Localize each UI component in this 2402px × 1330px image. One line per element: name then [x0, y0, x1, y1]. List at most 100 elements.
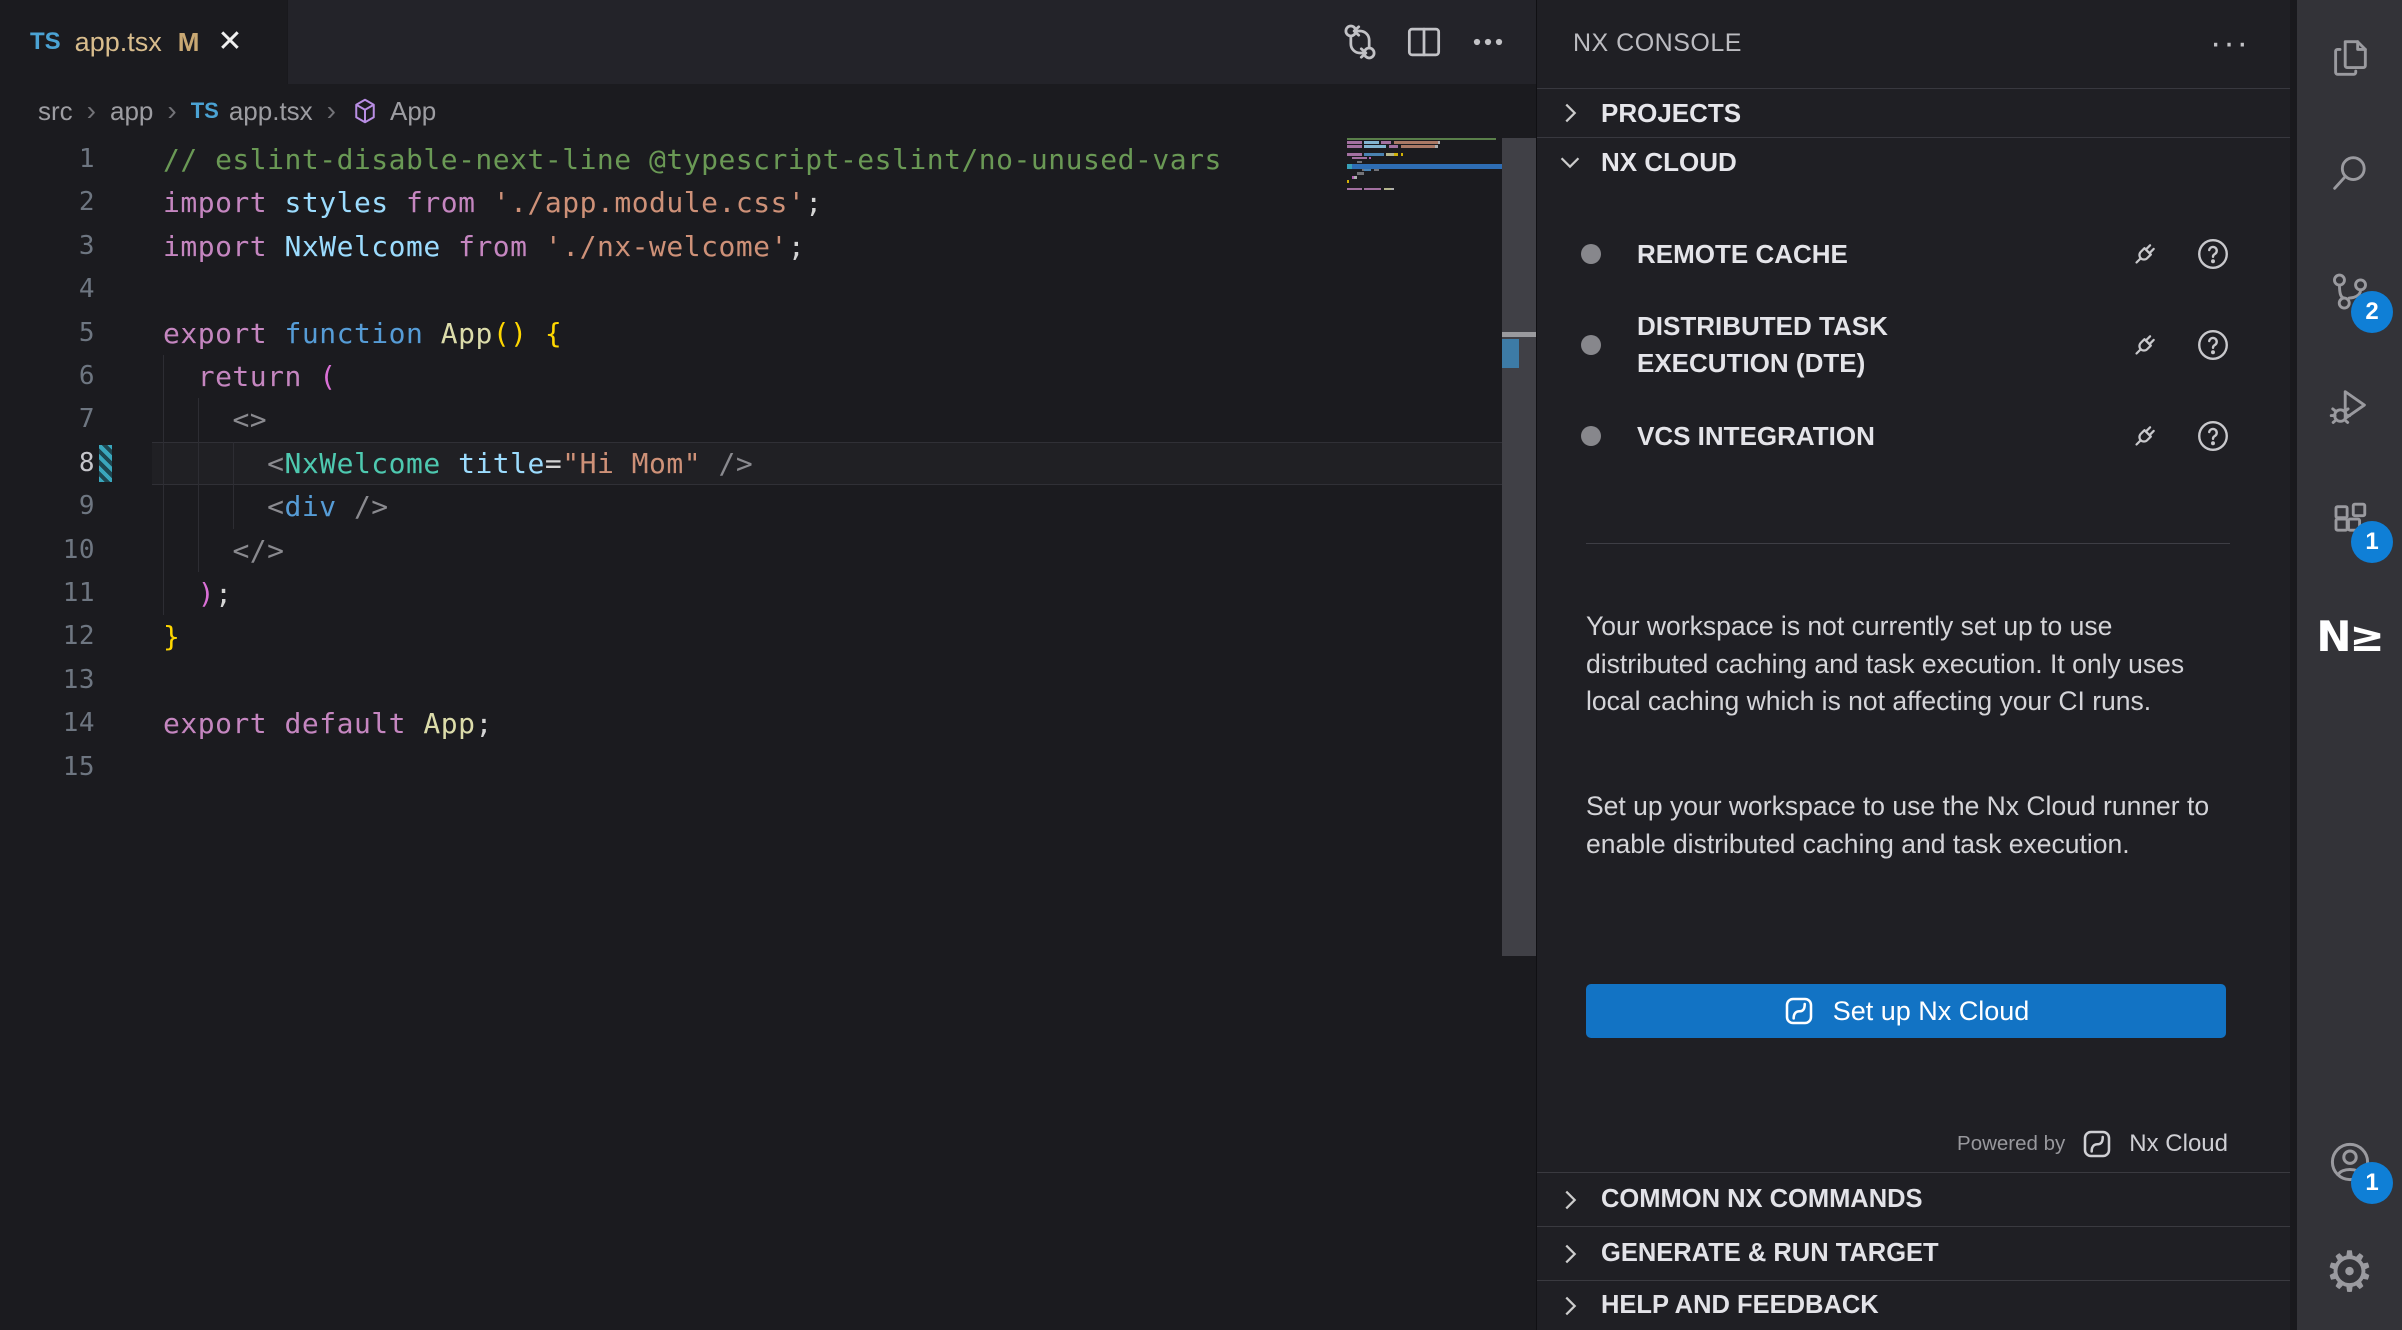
chevron-right-icon — [1555, 1185, 1585, 1215]
activity-search[interactable] — [2297, 137, 2402, 209]
vscode-window: TS app.tsx M ✕ src›app›TSapp.tsx›App 1//… — [0, 0, 2402, 1330]
git-modified-gutter-marker — [99, 445, 112, 482]
line-number: 7 — [0, 398, 95, 441]
code-line[interactable]: 1// eslint-disable-next-line @typescript… — [0, 138, 1536, 181]
breadcrumb-item-app[interactable]: App — [350, 96, 436, 127]
plug-icon[interactable] — [2126, 417, 2164, 455]
activity-source-control[interactable]: 2 — [2297, 255, 2402, 327]
section-projects[interactable]: PROJECTS — [1537, 88, 2290, 137]
cloud-item-actions — [2126, 326, 2232, 364]
breadcrumb-item-app-tsx[interactable]: TSapp.tsx — [191, 96, 313, 127]
plug-icon[interactable] — [2126, 235, 2164, 273]
help-icon[interactable] — [2194, 326, 2232, 364]
modified-badge: M — [178, 27, 200, 58]
breadcrumb-separator-icon: › — [87, 95, 96, 127]
setup-instruction-text: Set up your workspace to use the Nx Clou… — [1586, 788, 2238, 863]
editor-scrollbar[interactable] — [1502, 138, 1536, 956]
gear-icon: ⚙ — [2324, 1245, 2374, 1301]
more-actions-icon[interactable] — [1466, 20, 1510, 64]
cloud-item-vcs: VCS INTEGRATION — [1581, 408, 2232, 464]
code-text: </> — [163, 529, 285, 572]
code-line[interactable]: 9 <div /> — [0, 485, 1536, 528]
activity-accounts[interactable]: 1 — [2297, 1126, 2402, 1198]
panel-header: NX CONSOLE ··· — [1537, 0, 2290, 87]
section-label: HELP AND FEEDBACK — [1601, 1291, 1879, 1320]
breadcrumb-item-src[interactable]: src — [38, 96, 73, 127]
activity-extensions[interactable]: 1 — [2297, 485, 2402, 557]
section-label: PROJECTS — [1601, 98, 1741, 129]
code-line[interactable]: 14export default App; — [0, 702, 1536, 745]
chevron-down-icon — [1555, 147, 1585, 177]
close-icon[interactable]: ✕ — [217, 27, 242, 57]
line-number: 6 — [0, 355, 95, 398]
code-line[interactable]: 4 — [0, 268, 1536, 311]
code-text: import styles from './app.module.css'; — [163, 181, 823, 224]
section-help-and-feedback[interactable]: HELP AND FEEDBACK — [1537, 1280, 2290, 1330]
chevron-right-icon — [1555, 1239, 1585, 1269]
code-line[interactable]: 12} — [0, 615, 1536, 658]
cloud-item-label: DISTRIBUTED TASK EXECUTION (DTE) — [1637, 308, 1967, 382]
typescript-file-icon: TS — [30, 28, 61, 56]
panel-edge — [2290, 0, 2297, 1330]
open-changes-icon[interactable] — [1338, 20, 1382, 64]
code-line[interactable]: 3import NxWelcome from './nx-welcome'; — [0, 225, 1536, 268]
line-number: 5 — [0, 312, 95, 355]
code-line[interactable]: 13 — [0, 659, 1536, 702]
section-common-nx-commands[interactable]: COMMON NX COMMANDS — [1537, 1172, 2290, 1226]
line-number: 1 — [0, 138, 95, 181]
divider — [1586, 543, 2230, 544]
line-number: 15 — [0, 746, 95, 789]
breadcrumb-label: src — [38, 96, 73, 127]
setup-nx-cloud-button[interactable]: Set up Nx Cloud — [1586, 984, 2226, 1038]
section-generate-run-target[interactable]: GENERATE & RUN TARGET — [1537, 1226, 2290, 1280]
code-line[interactable]: 11 ); — [0, 572, 1536, 615]
cloud-item-actions — [2126, 417, 2232, 455]
breadcrumb-item-app[interactable]: app — [110, 96, 153, 127]
code-line[interactable]: 6 return ( — [0, 355, 1536, 398]
tab-app-tsx[interactable]: TS app.tsx M ✕ — [0, 0, 288, 84]
help-icon[interactable] — [2194, 417, 2232, 455]
code-line[interactable]: 7 <> — [0, 398, 1536, 441]
activity-settings[interactable]: ⚙ — [2297, 1237, 2402, 1309]
split-editor-icon[interactable] — [1402, 20, 1446, 64]
activity-explorer[interactable] — [2297, 22, 2402, 94]
code-text: ); — [163, 572, 232, 615]
breadcrumb-label: App — [390, 96, 436, 127]
minimap-current-line — [1347, 164, 1502, 169]
line-number: 11 — [0, 572, 95, 615]
plug-icon[interactable] — [2126, 326, 2164, 364]
code-text: export function App() { — [163, 312, 562, 355]
badge: 2 — [2351, 291, 2393, 333]
minimap-line — [1347, 191, 1502, 195]
help-icon[interactable] — [2194, 235, 2232, 273]
line-number: 13 — [0, 659, 95, 702]
activity-run-and-debug[interactable] — [2297, 370, 2402, 442]
line-number: 4 — [0, 268, 95, 311]
powered-by-row: Powered by Nx Cloud — [1957, 1118, 2228, 1170]
code-line[interactable]: 10 </> — [0, 529, 1536, 572]
symbol-cube-icon — [350, 96, 380, 126]
badge: 1 — [2351, 521, 2393, 563]
code-text: <> — [163, 398, 267, 441]
workspace-status-text: Your workspace is not currently set up t… — [1586, 608, 2238, 721]
breadcrumb-label: app.tsx — [229, 96, 313, 127]
code-editor[interactable]: 1// eslint-disable-next-line @typescript… — [0, 138, 1536, 790]
code-text: return ( — [163, 355, 337, 398]
code-line[interactable]: 8 <NxWelcome title="Hi Mom" /> — [0, 442, 1536, 485]
breadcrumb: src›app›TSapp.tsx›App — [0, 84, 1536, 138]
code-line[interactable]: 2import styles from './app.module.css'; — [0, 181, 1536, 224]
line-number: 8 — [0, 442, 95, 485]
nx-console-panel: NX CONSOLE ··· PROJECTS NX CLOUD REMOTE C… — [1536, 0, 2290, 1330]
cloud-item-remote: REMOTE CACHE — [1581, 226, 2232, 282]
search-icon — [2327, 150, 2373, 196]
line-number: 3 — [0, 225, 95, 268]
activity-nx-console[interactable]: N≥ — [2297, 600, 2402, 672]
more-actions-icon[interactable]: ··· — [2210, 0, 2250, 87]
tab-filename: app.tsx — [75, 27, 162, 58]
section-nx-cloud[interactable]: NX CLOUD — [1537, 137, 2290, 186]
code-line[interactable]: 15 — [0, 746, 1536, 789]
minimap[interactable] — [1347, 137, 1502, 199]
code-text: <div /> — [163, 485, 389, 528]
badge: 1 — [2351, 1162, 2393, 1204]
code-line[interactable]: 5 export function App() { — [0, 312, 1536, 355]
